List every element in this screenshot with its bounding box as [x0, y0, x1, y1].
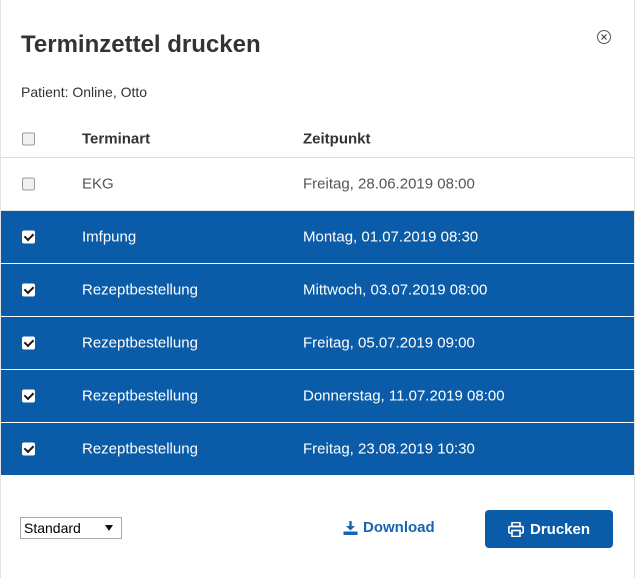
print-button[interactable]: Drucken: [485, 510, 613, 548]
format-select[interactable]: Standard: [20, 517, 122, 539]
table-header-row: Terminart Zeitpunkt: [1, 121, 634, 158]
appointment-type: Rezeptbestellung: [82, 334, 198, 352]
row-checkbox[interactable]: [22, 442, 35, 456]
row-checkbox[interactable]: [22, 389, 35, 403]
column-header-type: Terminart: [82, 130, 151, 148]
download-link[interactable]: Download: [343, 518, 435, 538]
table-row[interactable]: Rezeptbestellung Freitag, 23.08.2019 10:…: [1, 423, 634, 476]
format-select-value: Standard: [24, 520, 81, 536]
print-label: Drucken: [529, 520, 591, 538]
chevron-down-icon: [105, 525, 113, 531]
row-checkbox[interactable]: [22, 283, 35, 297]
appointment-time: Mittwoch, 03.07.2019 08:00: [303, 281, 488, 299]
column-header-time: Zeitpunkt: [303, 130, 371, 148]
appointment-type: Imfpung: [82, 228, 137, 246]
appointment-type: EKG: [82, 175, 114, 193]
appointment-time: Freitag, 28.06.2019 08:00: [303, 175, 475, 193]
appointment-time: Freitag, 23.08.2019 10:30: [303, 440, 475, 458]
dialog-title: Terminzettel drucken: [21, 31, 261, 58]
appointment-type: Rezeptbestellung: [82, 440, 198, 458]
row-checkbox[interactable]: [22, 230, 35, 244]
select-all-checkbox[interactable]: [22, 132, 35, 146]
appointment-type: Rezeptbestellung: [82, 281, 198, 299]
appointment-table: Terminart Zeitpunkt EKG Freitag, 28.06.2…: [1, 121, 634, 476]
table-row[interactable]: Rezeptbestellung Mittwoch, 03.07.2019 08…: [1, 264, 634, 317]
row-checkbox[interactable]: [22, 336, 35, 350]
close-button[interactable]: [597, 30, 611, 44]
download-label: Download: [363, 519, 435, 536]
download-icon: [343, 521, 358, 535]
appointment-time: Donnerstag, 11.07.2019 08:00: [303, 387, 505, 405]
table-row[interactable]: Imfpung Montag, 01.07.2019 08:30: [1, 211, 634, 264]
appointment-type: Rezeptbestellung: [82, 387, 198, 405]
table-row[interactable]: Rezeptbestellung Freitag, 05.07.2019 09:…: [1, 317, 634, 370]
table-row[interactable]: EKG Freitag, 28.06.2019 08:00: [1, 158, 634, 211]
print-appointment-dialog: Terminzettel drucken Patient: Online, Ot…: [0, 0, 635, 578]
printer-icon: [507, 521, 524, 537]
table-row[interactable]: Rezeptbestellung Donnerstag, 11.07.2019 …: [1, 370, 634, 423]
patient-label: Patient: Online, Otto: [21, 84, 148, 100]
appointment-time: Freitag, 05.07.2019 09:00: [303, 334, 475, 352]
row-checkbox[interactable]: [22, 177, 35, 191]
close-icon: [601, 34, 607, 40]
appointment-time: Montag, 01.07.2019 08:30: [303, 228, 479, 246]
